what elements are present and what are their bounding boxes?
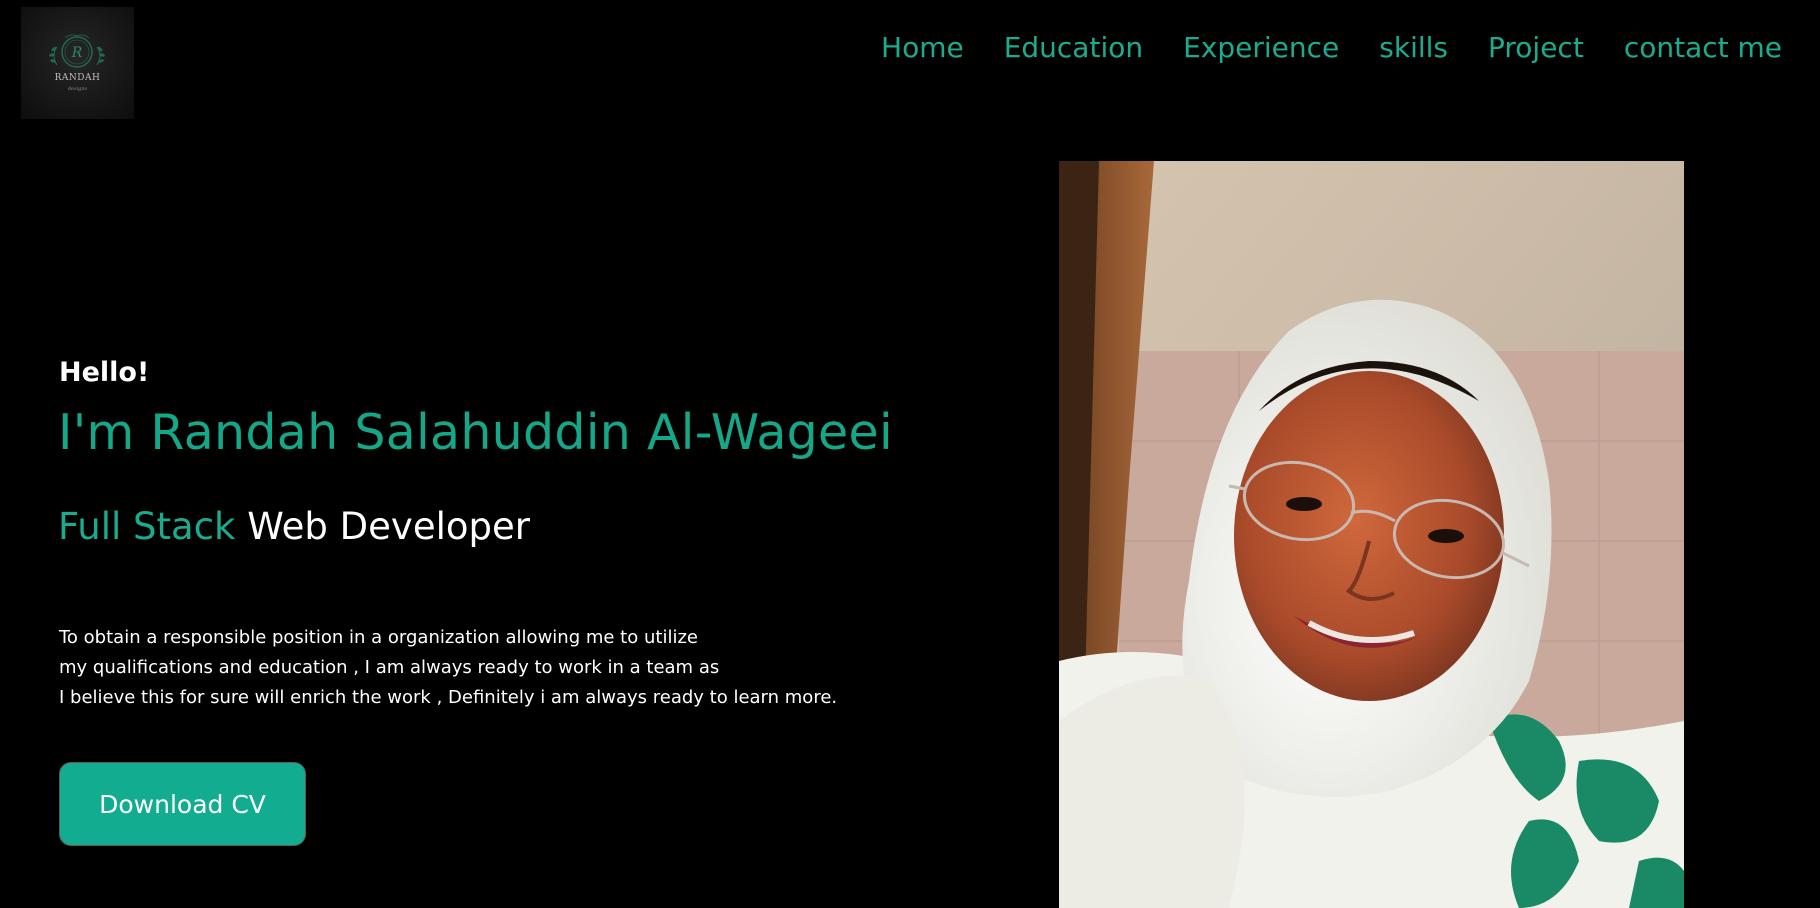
nav-contact[interactable]: contact me (1624, 28, 1782, 68)
greeting: Hello! (59, 357, 150, 388)
profile-photo (1059, 161, 1684, 908)
logo[interactable]: R RANDAH designs (21, 7, 134, 119)
svg-text:R: R (71, 45, 83, 61)
nav-skills[interactable]: skills (1379, 28, 1448, 68)
role-rest: Web Developer (247, 505, 530, 548)
logo-text: RANDAH (54, 73, 101, 83)
monogram-laurel-icon: R (49, 34, 105, 68)
page: R RANDAH designs Home Education Experien… (0, 0, 1820, 908)
nav-home[interactable]: Home (881, 28, 964, 68)
portrait-illustration (1059, 161, 1684, 908)
hero-name: I'm Randah Salahuddin Al-Wageei (58, 404, 893, 461)
download-cv-button[interactable]: Download CV (59, 762, 306, 846)
main-nav: Home Education Experience skills Project… (881, 28, 1782, 68)
nav-education[interactable]: Education (1004, 28, 1143, 68)
bio: To obtain a responsible position in a or… (59, 623, 919, 713)
nav-experience[interactable]: Experience (1183, 28, 1339, 68)
hero-role: Full Stack Web Developer (58, 505, 530, 548)
bio-line: I believe this for sure will enrich the … (59, 687, 838, 708)
nav-project[interactable]: Project (1488, 28, 1584, 68)
logo-subtext: designs (67, 86, 88, 92)
bio-line: To obtain a responsible position in a or… (59, 627, 698, 648)
role-accent: Full Stack (58, 505, 236, 548)
bio-line: my qualifications and education , I am a… (59, 657, 720, 678)
